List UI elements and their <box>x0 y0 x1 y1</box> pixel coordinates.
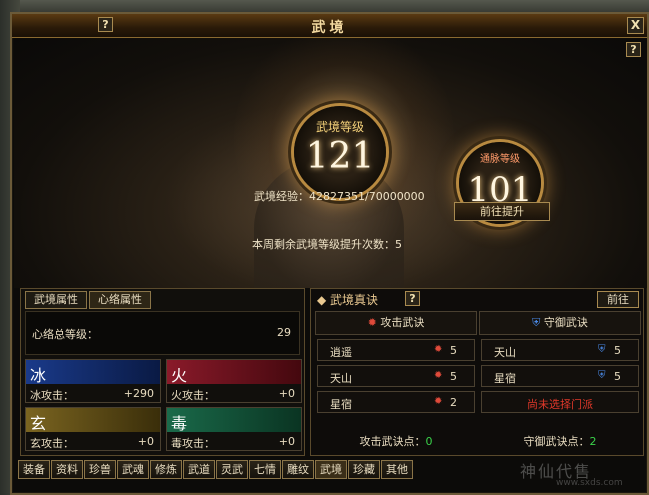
ice-glyph: 冰 <box>30 366 47 385</box>
wujing-level-value: 121 <box>305 136 375 177</box>
fire-attack-label: 火攻击： <box>171 389 215 402</box>
title-bar[interactable]: ? 武境 X <box>12 14 647 38</box>
attack-skills-header: ✹ 攻击武诀 <box>315 311 477 335</box>
defense-points-value: 2 <box>589 435 597 448</box>
fire-attack-value: +0 <box>278 387 295 400</box>
ice-attack-cell: 冰 冰攻击： +290 <box>25 359 161 403</box>
attack-icon: ✹ <box>434 396 443 407</box>
attack-icon: ✹ <box>434 344 443 355</box>
attack-skills-column: ✹ 攻击武诀 逍遥 ✹ 5 天山 ✹ 5 星宿 ✹ 2 攻击武诀点：0 <box>315 311 477 453</box>
fire-attack-cell: 火 火攻击： +0 <box>166 359 302 403</box>
skill-name: 天山 <box>494 346 516 359</box>
shield-icon: ⛨ <box>598 344 606 355</box>
poison-bar <box>167 408 301 432</box>
watermark-url: www.sxds.com <box>556 478 623 488</box>
defense-skill-row[interactable]: 星宿 ⛨ 5 <box>481 365 639 387</box>
wujing-exp-text: 武境经验：42827351/70000000 <box>254 190 425 203</box>
attribute-tabs: 武境属性 心络属性 <box>25 291 153 309</box>
defense-skills-column: ⛨ 守御武诀 天山 ⛨ 5 星宿 ⛨ 5 尚未选择门派 守御武诀点：2 <box>479 311 641 453</box>
meridian-total-value: 29 <box>277 326 291 339</box>
fire-glyph: 火 <box>171 366 188 385</box>
attack-skill-row[interactable]: 天山 ✹ 5 <box>317 365 475 387</box>
skills-go-button[interactable]: 前往 <box>597 291 639 308</box>
skills-help-button[interactable]: ? <box>405 291 420 306</box>
tab-martial-way[interactable]: 武道 <box>183 460 215 479</box>
tab-meridian-attributes[interactable]: 心络属性 <box>89 291 151 309</box>
skill-level: 5 <box>450 344 457 357</box>
poison-glyph: 毒 <box>171 414 188 433</box>
skill-name: 天山 <box>330 372 352 385</box>
tab-collection[interactable]: 珍藏 <box>348 460 380 479</box>
poison-attack-label: 毒攻击： <box>171 437 215 450</box>
meridian-total-label: 心络总等级： <box>32 328 98 341</box>
close-button[interactable]: X <box>627 17 644 34</box>
tab-martial-soul[interactable]: 武魂 <box>117 460 149 479</box>
bottom-section: 武境属性 心络属性 心络总等级： 29 冰 冰攻击： +290 火 火攻击： +0… <box>14 288 647 460</box>
wujing-skills-panel: ◆ 武境真诀 ? 前往 ✹ 攻击武诀 逍遥 ✹ 5 天山 ✹ 5 星宿 ✹ 2 攻击武诀点：… <box>310 288 644 456</box>
attribute-panel: 武境属性 心络属性 心络总等级： 29 冰 冰攻击： +290 火 火攻击： +0… <box>20 288 305 456</box>
tab-equipment[interactable]: 装备 <box>18 460 50 479</box>
attack-icon: ✹ <box>434 370 443 381</box>
xuan-bar <box>26 408 160 432</box>
skill-level: 5 <box>450 370 457 383</box>
wujing-level-label: 武境等级 <box>315 120 364 134</box>
xuan-attack-value: +0 <box>137 435 154 448</box>
skill-name: 逍遥 <box>330 346 352 359</box>
defense-skill-row[interactable]: 天山 ⛨ 5 <box>481 339 639 361</box>
attack-skill-row[interactable]: 星宿 ✹ 2 <box>317 391 475 413</box>
attack-header-label: 攻击武诀 <box>380 316 425 329</box>
wujing-window: ? 武境 X ? 武境等级 121 通脉等级 101 武境经验：42827351… <box>10 12 649 495</box>
defense-points: 守御武诀点：2 <box>479 433 641 449</box>
shield-icon: ⛨ <box>598 370 606 381</box>
tab-pets[interactable]: 珍兽 <box>84 460 116 479</box>
ice-bar <box>26 360 160 384</box>
tab-spirit-weapon[interactable]: 灵武 <box>216 460 248 479</box>
skill-name: 星宿 <box>494 372 516 385</box>
wujing-level-ring: 武境等级 121 <box>294 106 386 198</box>
skill-level: 5 <box>614 344 621 357</box>
tab-other[interactable]: 其他 <box>381 460 413 479</box>
defense-skills-header: ⛨ 守御武诀 <box>479 311 641 335</box>
skill-level: 2 <box>450 396 457 409</box>
ice-attack-label: 冰攻击： <box>30 389 74 402</box>
tab-wujing-attributes[interactable]: 武境属性 <box>25 291 87 309</box>
attack-points-label: 攻击武诀点： <box>359 435 426 448</box>
xuan-attack-cell: 玄 玄攻击： +0 <box>25 407 161 451</box>
tab-profile[interactable]: 资料 <box>51 460 83 479</box>
no-sect-selected-text: 尚未选择门派 <box>527 398 593 411</box>
weekly-upgrade-count: 本周剩余武境等级提升次数：5 <box>252 238 402 251</box>
skill-name: 星宿 <box>330 398 352 411</box>
window-title: 武境 <box>311 20 348 36</box>
fire-bar <box>167 360 301 384</box>
tab-wujing[interactable]: 武境 <box>315 460 347 479</box>
defense-points-label: 守御武诀点： <box>523 435 590 448</box>
attack-icon: ✹ <box>367 316 381 329</box>
poison-attack-value: +0 <box>278 435 295 448</box>
tab-engraving[interactable]: 雕纹 <box>282 460 314 479</box>
hero-help-button[interactable]: ? <box>626 42 641 57</box>
skill-level: 5 <box>614 370 621 383</box>
shield-icon: ⛨ <box>532 316 544 329</box>
meridian-level-label: 通脉等级 <box>480 154 520 165</box>
tab-seven-emotions[interactable]: 七情 <box>249 460 281 479</box>
meridian-total-box: 心络总等级： 29 <box>25 311 300 355</box>
xuan-attack-label: 玄攻击： <box>30 437 74 450</box>
ice-attack-value: +290 <box>123 387 154 400</box>
poison-attack-cell: 毒 毒攻击： +0 <box>166 407 302 451</box>
tab-cultivation[interactable]: 修炼 <box>150 460 182 479</box>
defense-header-label: 守御武诀 <box>543 316 588 329</box>
attack-points-value: 0 <box>425 435 433 448</box>
attack-skill-row[interactable]: 逍遥 ✹ 5 <box>317 339 475 361</box>
defense-skill-empty-row[interactable]: 尚未选择门派 <box>481 391 639 413</box>
go-upgrade-button[interactable]: 前往提升 <box>454 202 550 221</box>
skills-panel-title: ◆ 武境真诀 <box>317 293 379 307</box>
hero-panel: ? 武境等级 121 通脉等级 101 武境经验：42827351/700000… <box>14 38 647 288</box>
attack-points: 攻击武诀点：0 <box>315 433 477 449</box>
xuan-glyph: 玄 <box>30 414 47 433</box>
